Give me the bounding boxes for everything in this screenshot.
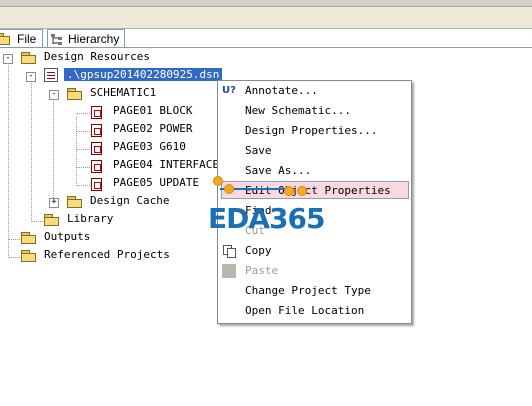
menu-item-label: Paste — [245, 264, 279, 277]
expand-toggle[interactable]: + — [49, 198, 59, 208]
menu-item-label: Change Project Type — [245, 284, 371, 297]
menu-item-label: Annotate... — [245, 84, 318, 97]
folder-icon — [44, 214, 60, 226]
tree-line — [76, 149, 90, 150]
watermark-dot — [224, 184, 234, 194]
tree-line — [53, 99, 54, 204]
tree-line — [31, 221, 45, 222]
tree-line — [76, 167, 90, 168]
schematic-page-icon — [91, 124, 102, 137]
tree-line — [76, 131, 90, 132]
menu-item-label: Save As... — [245, 164, 312, 177]
tree-item-design-resources[interactable]: Design Resources — [44, 50, 150, 63]
tree-item-page[interactable]: PAGE01 BLOCK — [113, 104, 192, 117]
menu-item-paste[interactable]: Paste — [218, 261, 411, 281]
tree-line — [31, 81, 32, 222]
tree-line — [76, 117, 77, 186]
tree-item-library[interactable]: Library — [67, 212, 113, 225]
watermark-dot — [297, 186, 307, 196]
tree-item-dsn-file[interactable]: .\gpsup201402280925.dsn — [64, 68, 223, 81]
tab-hierarchy-label: Hierarchy — [68, 32, 120, 46]
toolbar-area — [0, 0, 532, 29]
tree-item-design-cache[interactable]: Design Cache — [90, 194, 169, 207]
tab-file-label: File — [17, 32, 37, 46]
tree-item-outputs[interactable]: Outputs — [44, 230, 90, 243]
folder-icon — [0, 33, 10, 45]
copy-icon — [222, 244, 236, 258]
schematic-page-icon — [91, 106, 102, 119]
menu-item-label: Open File Location — [245, 304, 365, 317]
schematic-page-icon — [91, 160, 102, 173]
menu-item-open-file-location[interactable]: Open File Location — [218, 301, 411, 321]
hierarchy-icon — [51, 33, 63, 45]
tree-item-page[interactable]: PAGE02 POWER — [113, 122, 192, 135]
menu-item-save-as[interactable]: Save As... — [218, 161, 411, 181]
tree-item-page[interactable]: PAGE04 INTERFACE — [113, 158, 219, 171]
toolbar-strip — [0, 0, 532, 7]
menu-item-save[interactable]: Save — [218, 141, 411, 161]
tree-line — [76, 185, 90, 186]
collapse-toggle[interactable]: - — [26, 72, 36, 82]
menu-item-change-project-type[interactable]: Change Project Type — [218, 281, 411, 301]
folder-icon — [67, 88, 83, 100]
schematic-page-icon — [91, 142, 102, 155]
design-file-icon — [44, 68, 58, 82]
menu-item-design-properties[interactable]: Design Properties... — [218, 121, 411, 141]
menu-item-label: Edit Object Properties — [245, 184, 391, 197]
tab-hierarchy[interactable]: Hierarchy — [47, 29, 125, 47]
tree-item-referenced-projects[interactable]: Referenced Projects — [44, 248, 170, 261]
menu-item-copy[interactable]: Copy — [218, 241, 411, 261]
menu-item-annotate[interactable]: U? Annotate... — [218, 81, 411, 101]
tree-line — [76, 113, 90, 114]
watermark-logo: EDA365 — [208, 202, 326, 235]
folder-icon — [21, 250, 37, 262]
annotate-icon: U? — [222, 85, 236, 96]
menu-item-label: Design Properties... — [245, 124, 378, 137]
tab-file[interactable]: File — [0, 29, 43, 47]
tree-item-page[interactable]: PAGE05 UPDATE — [113, 176, 199, 189]
tree-line — [8, 239, 22, 240]
paste-icon — [222, 264, 236, 278]
menu-item-label: Copy — [245, 244, 272, 257]
menu-item-edit-object-properties[interactable]: Edit Object Properties — [221, 181, 409, 199]
schematic-page-icon — [91, 178, 102, 191]
folder-icon — [21, 52, 37, 64]
folder-icon — [67, 196, 83, 208]
tree-line — [8, 63, 9, 258]
tree-line — [8, 257, 22, 258]
collapse-toggle[interactable]: - — [3, 54, 13, 64]
tree-item-schematic[interactable]: SCHEMATIC1 — [90, 86, 156, 99]
tree-item-page[interactable]: PAGE03 G610 — [113, 140, 186, 153]
menu-item-label: Save — [245, 144, 272, 157]
collapse-toggle[interactable]: - — [49, 90, 59, 100]
watermark-dot — [213, 176, 223, 186]
menu-item-new-schematic[interactable]: New Schematic... — [218, 101, 411, 121]
menu-item-label: New Schematic... — [245, 104, 351, 117]
folder-icon — [21, 232, 37, 244]
watermark-dot — [284, 186, 294, 196]
